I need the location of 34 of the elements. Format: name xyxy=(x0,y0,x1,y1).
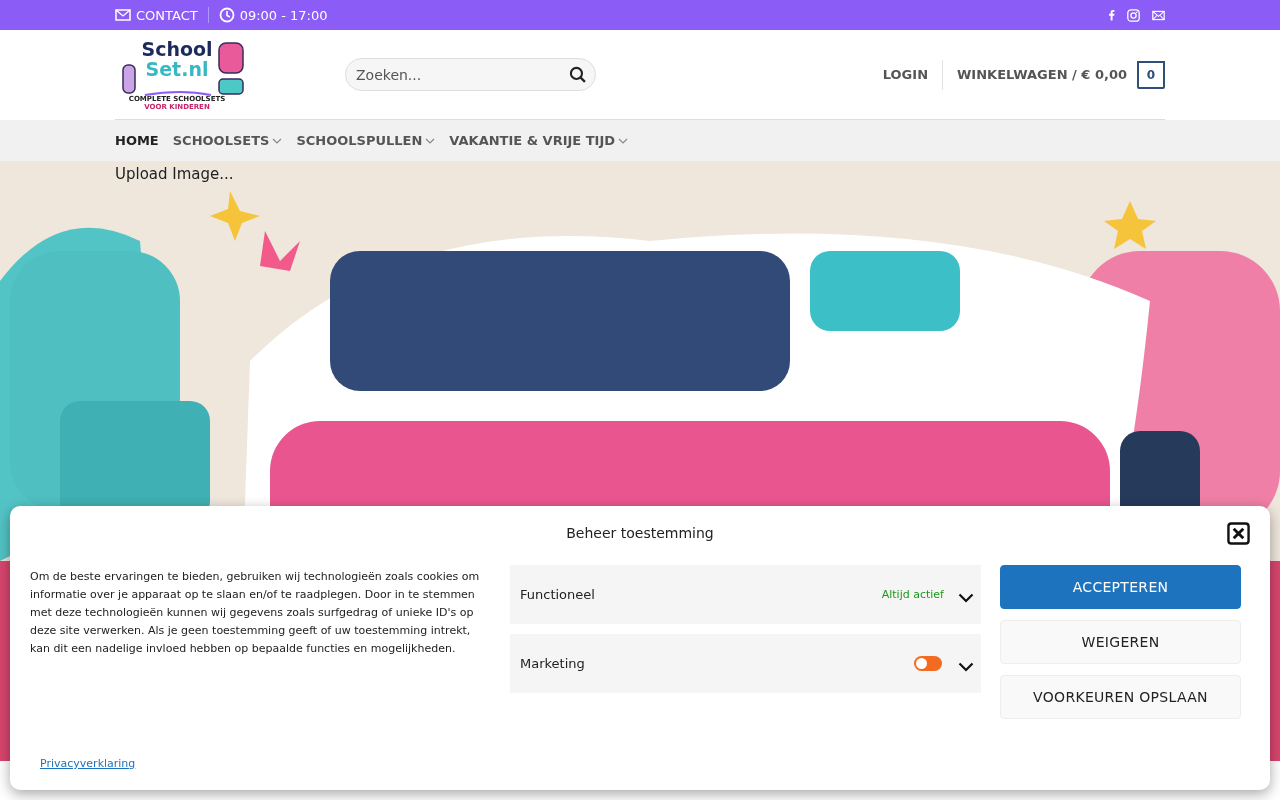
nav-link[interactable]: SCHOOLSETS xyxy=(172,133,283,148)
nav-link[interactable]: SCHOOLSPULLEN xyxy=(296,133,436,148)
mail-icon xyxy=(115,9,131,21)
dialog-title: Beheer toestemming xyxy=(566,525,714,541)
consent-category[interactable]: Marketing xyxy=(510,634,981,693)
chevron-icon[interactable] xyxy=(958,661,974,672)
image-caption: Upload Image... xyxy=(115,165,234,183)
mail-icon[interactable] xyxy=(1152,9,1165,21)
clock-icon xyxy=(218,7,235,23)
nav-link[interactable]: HOME xyxy=(115,133,159,148)
category-name: Marketing xyxy=(520,656,585,671)
contact-link[interactable]: CONTACT xyxy=(115,7,198,23)
search-field[interactable]: Zoeken... xyxy=(345,58,596,91)
dialog-button[interactable]: WEIGEREN xyxy=(1000,620,1241,664)
toggle-switch[interactable] xyxy=(914,656,942,671)
cart-count[interactable]: 0 xyxy=(1137,60,1165,89)
close-icon[interactable] xyxy=(1227,522,1250,545)
cart-link[interactable]: WINKELWAGEN / € 0,00 xyxy=(957,67,1127,82)
login-link[interactable]: LOGIN xyxy=(882,67,928,82)
privacy-link[interactable]: Privacyverklaring xyxy=(40,757,136,770)
search-icon[interactable] xyxy=(569,66,586,83)
nav-link[interactable]: VAKANTIE & VRIJE TIJD xyxy=(449,133,629,148)
logo-text: School xyxy=(141,38,213,59)
dialog-button[interactable]: ACCEPTEREN xyxy=(1000,565,1241,609)
consent-text: Om de beste ervaringen te bieden, gebruiken wij technologieën zoals cookies om informatie over je apparaat op te slaan en/of te raadplegen. Door in te stemmen met deze technologieën kunnen wij gegevens zoals surfgedrag of unieke ID's op deze site verwerken. Als je geen toestemming geeft of uw toestemming intrekt, kan dit een nadelige invloed hebben op bepaalde functies en mogelijkheden. xyxy=(30,569,481,657)
instagram-icon[interactable] xyxy=(1127,8,1140,22)
logo-text: Set.nl xyxy=(145,58,209,79)
consent-category[interactable]: Functioneel Altijd actief xyxy=(510,565,981,624)
chevron-icon[interactable] xyxy=(958,592,974,603)
status-label: Altijd actief xyxy=(881,588,944,601)
dialog-button[interactable]: VOORKEUREN OPSLAAN xyxy=(1000,675,1241,719)
category-name: Functioneel xyxy=(520,587,595,602)
facebook-icon[interactable] xyxy=(1108,9,1115,21)
opening-hours: 09:00 - 17:00 xyxy=(218,7,328,23)
